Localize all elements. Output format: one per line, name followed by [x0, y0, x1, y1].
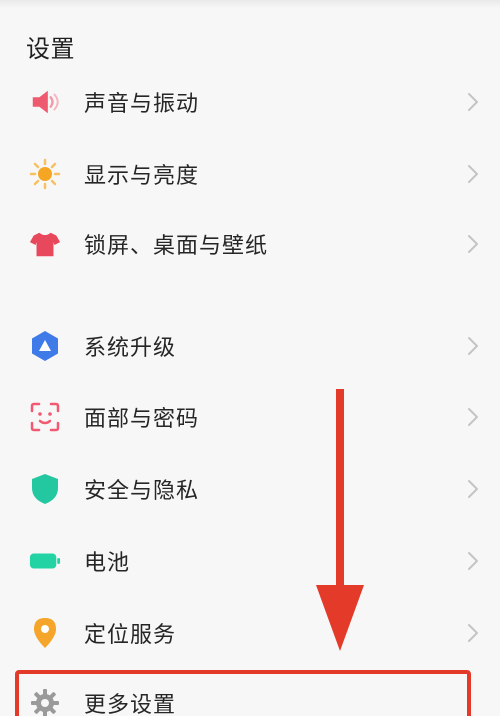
battery-icon — [29, 545, 61, 577]
settings-item-system-upgrade[interactable]: 系统升级 — [0, 310, 500, 382]
settings-item-label: 系统升级 — [84, 336, 177, 361]
location-pin-icon — [29, 617, 61, 649]
upgrade-icon — [29, 330, 61, 362]
chevron-right-icon — [464, 477, 482, 501]
page-title: 设置 — [26, 35, 75, 63]
status-bar — [0, 0, 500, 8]
settings-item-lockscreen[interactable]: 锁屏、桌面与壁纸 — [0, 208, 500, 280]
settings-item-sound[interactable]: 声音与振动 — [0, 66, 500, 138]
settings-item-label: 电池 — [84, 551, 131, 576]
settings-item-location[interactable]: 定位服务 — [0, 597, 500, 669]
chevron-right-icon — [464, 90, 482, 114]
chevron-right-icon — [464, 162, 482, 186]
speaker-icon — [29, 86, 61, 118]
settings-item-label: 面部与密码 — [84, 407, 200, 432]
chevron-right-icon — [464, 405, 482, 429]
face-scan-icon — [29, 401, 61, 433]
shield-icon — [29, 473, 61, 505]
red-arrow-annotation — [310, 385, 370, 655]
tshirt-icon — [29, 228, 61, 260]
chevron-right-icon — [464, 621, 482, 645]
settings-item-label: 声音与振动 — [84, 92, 200, 117]
settings-screen: 设置 声音与振动 显示与亮度 锁屏、桌面与壁纸 系统升级 面部与密码 安全与隐私… — [0, 0, 500, 716]
settings-item-label: 安全与隐私 — [84, 479, 200, 504]
sun-icon — [29, 158, 61, 190]
chevron-right-icon — [464, 549, 482, 573]
settings-item-battery[interactable]: 电池 — [0, 525, 500, 597]
settings-item-label: 锁屏、桌面与壁纸 — [84, 234, 269, 259]
chevron-right-icon — [464, 232, 482, 256]
settings-item-security-privacy[interactable]: 安全与隐私 — [0, 453, 500, 525]
settings-item-label: 显示与亮度 — [84, 164, 200, 189]
settings-item-label: 定位服务 — [84, 623, 177, 648]
chevron-right-icon — [464, 334, 482, 358]
settings-item-display[interactable]: 显示与亮度 — [0, 138, 500, 210]
highlight-box — [15, 670, 471, 716]
settings-item-face-password[interactable]: 面部与密码 — [0, 381, 500, 453]
